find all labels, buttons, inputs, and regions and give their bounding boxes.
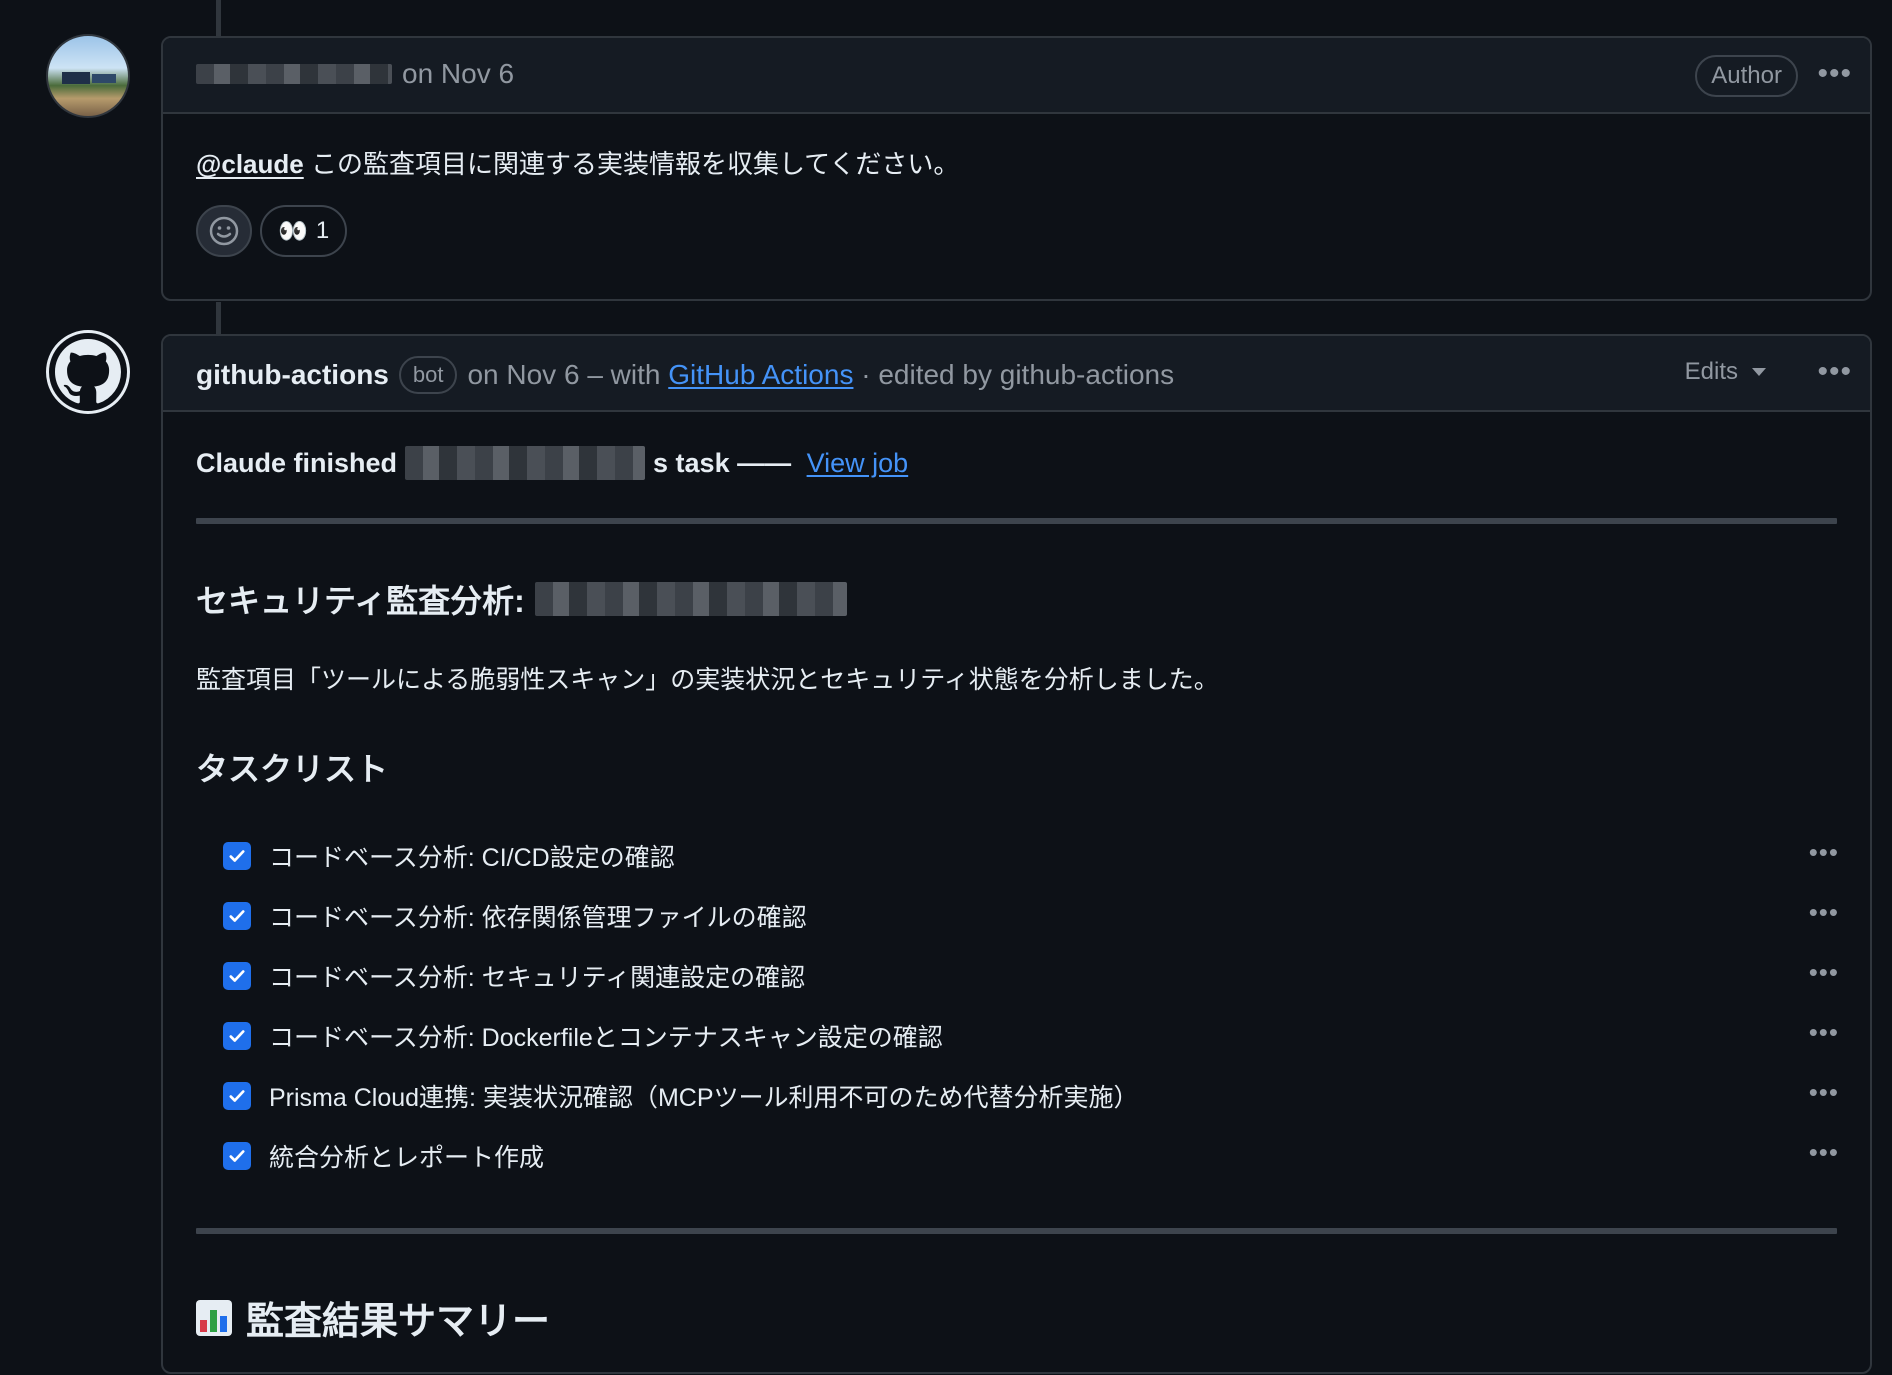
author-badge: Author [1695,55,1798,97]
comment-1-date[interactable]: on Nov 6 [402,58,514,90]
comment-1-body: @claude この監査項目に関連する実装情報を収集してください。 👀 1 [163,114,1870,287]
task-checkbox[interactable] [223,962,251,990]
comment-1-header: on Nov 6 Author ••• [163,38,1870,114]
add-reaction-button[interactable] [196,205,252,257]
edits-label: Edits [1684,358,1738,385]
task-options-icon[interactable]: ••• [1809,838,1839,866]
task-options-icon[interactable]: ••• [1809,898,1839,926]
eyes-emoji: 👀 [278,217,308,245]
check-icon [229,970,245,982]
task-label: Prisma Cloud連携: 実装状況確認（MCPツール利用不可のため代替分析… [269,1084,1139,1112]
check-icon [229,1090,245,1102]
comment-2-header: github-actions bot on Nov 6 – with GitHu… [163,336,1870,412]
task-label: コードベース分析: 依存関係管理ファイルの確認 [269,904,807,932]
task-label: コードベース分析: Dockerfileとコンテナスキャン設定の確認 [269,1024,943,1052]
comment-1-meta: on Nov 6 [196,58,514,90]
task-item: コードベース分析: 依存関係管理ファイルの確認 ••• [223,886,1839,946]
claude-status-suffix: s task —— [653,447,799,478]
task-label: コードベース分析: CI/CD設定の確認 [269,844,675,872]
check-icon [229,1150,245,1162]
redacted-audit-id [534,582,847,616]
chevron-down-icon [1752,368,1766,376]
edits-dropdown[interactable]: Edits [1685,358,1766,386]
task-checkbox[interactable] [223,1082,251,1110]
summary-heading-text: 監査結果サマリー [246,1301,551,1343]
comment-2-options-icon[interactable]: ••• [1817,357,1852,387]
check-icon [229,1030,245,1042]
task-options-icon[interactable]: ••• [1809,958,1839,986]
reactions-bar: 👀 1 [196,205,1837,257]
smiley-icon [209,216,239,246]
task-item: Prisma Cloud連携: 実装状況確認（MCPツール利用不可のため代替分析… [223,1066,1839,1126]
github-octocat-icon [55,339,121,404]
claude-status-prefix: Claude finished [196,447,398,478]
divider-2 [196,1228,1837,1234]
task-options-icon[interactable]: ••• [1809,1138,1839,1166]
comment-1-message: この監査項目に関連する実装情報を収集してください。 [303,149,960,179]
task-label: 統合分析とレポート作成 [269,1144,545,1172]
github-actions-avatar[interactable] [46,330,130,414]
github-actions-link[interactable]: GitHub Actions [668,359,853,391]
task-list: コードベース分析: CI/CD設定の確認 ••• コードベース分析: 依存関係管… [196,826,1839,1186]
redacted-user-handle [405,446,646,480]
comment-1-text: @claude この監査項目に関連する実装情報を収集してください。 [196,144,1837,181]
edited-by-text: · edited by github-actions [853,359,1175,390]
comment-2-date[interactable]: on Nov 6 – with [467,359,668,391]
task-item: 統合分析とレポート作成 ••• [223,1126,1839,1186]
comment-1-options-icon[interactable]: ••• [1817,59,1852,89]
task-item: コードベース分析: Dockerfileとコンテナスキャン設定の確認 ••• [223,1006,1839,1066]
security-audit-heading-text: セキュリティ監査分析: [196,583,525,619]
bot-badge: bot [398,356,458,394]
bar-chart-icon [196,1299,232,1336]
eyes-reaction-button[interactable]: 👀 1 [260,205,348,257]
task-label: コードベース分析: セキュリティ関連設定の確認 [269,964,806,992]
timeline-line-top [216,0,221,36]
task-checkbox[interactable] [223,1142,251,1170]
task-options-icon[interactable]: ••• [1809,1018,1839,1046]
redacted-username[interactable] [196,64,392,84]
task-checkbox[interactable] [223,1022,251,1050]
view-job-link[interactable]: View job [807,448,909,479]
comment-2-meta: github-actions bot on Nov 6 – with GitHu… [196,356,1174,394]
comment-1: on Nov 6 Author ••• @claude この監査項目に関連する実… [161,36,1872,301]
divider-1 [196,518,1837,524]
bot-username[interactable]: github-actions [196,359,389,391]
security-audit-heading: セキュリティ監査分析: [196,576,1837,622]
task-checkbox[interactable] [223,902,251,930]
task-item: コードベース分析: セキュリティ関連設定の確認 ••• [223,946,1839,1006]
comment-2-body: Claude finished s task —— View job セキュリテ… [163,412,1870,1375]
task-checkbox[interactable] [223,842,251,870]
audit-intro: 監査項目「ツールによる脆弱性スキャン」の実装状況とセキュリティ状態を分析しました… [196,666,1219,694]
summary-heading: 監査結果サマリー [196,1290,1837,1345]
comment-2: github-actions bot on Nov 6 – with GitHu… [161,334,1872,1374]
claude-status-line: Claude finished s task —— View job [196,446,1837,480]
task-item: コードベース分析: CI/CD設定の確認 ••• [223,826,1839,886]
user-avatar[interactable] [46,34,130,118]
check-icon [229,850,245,862]
mention-link[interactable]: @claude [196,149,304,179]
eyes-reaction-count: 1 [315,217,330,244]
task-options-icon[interactable]: ••• [1809,1078,1839,1106]
tasklist-heading: タスクリスト [196,751,389,787]
timeline-line-middle [216,302,221,334]
check-icon [229,910,245,922]
